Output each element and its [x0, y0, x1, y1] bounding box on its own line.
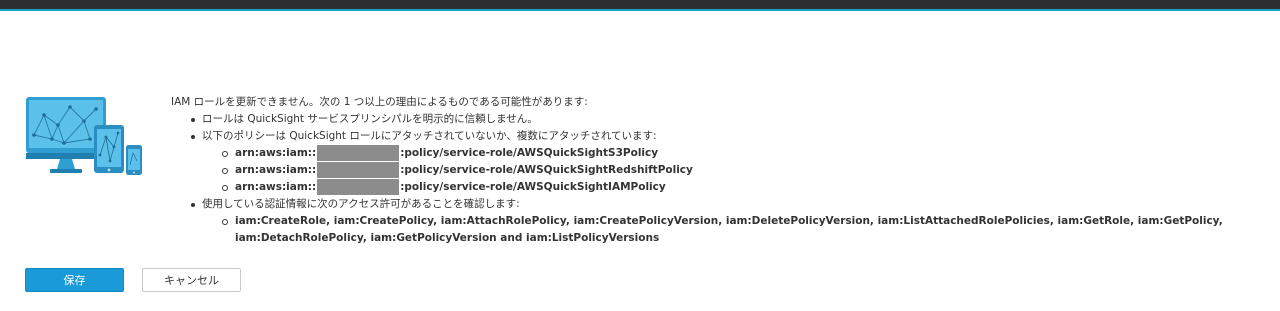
- policy-item: arn:aws:iam:::policy/service-role/AWSQui…: [202, 145, 1276, 162]
- policy-item: arn:aws:iam:::policy/service-role/AWSQui…: [202, 162, 1276, 179]
- error-intro: IAM ロールを更新できません。次の 1 つ以上の理由によるものである可能性があ…: [171, 96, 588, 108]
- top-bar: [0, 0, 1280, 9]
- policy-name: :policy/service-role/AWSQuickSightS3Poli…: [400, 147, 659, 159]
- reason-policies: 以下のポリシーは QuickSight ロールにアタッチされていないか、複数にア…: [171, 128, 1276, 196]
- redacted-account-id: [317, 145, 400, 161]
- reason-trust: ロールは QuickSight サービスプリンシパルを明示的に信頼しません。: [171, 111, 1276, 128]
- top-accent-line: [0, 9, 1280, 11]
- arn-prefix: arn:aws:iam::: [235, 181, 317, 193]
- reason-policies-text: 以下のポリシーは QuickSight ロールにアタッチされていないか、複数にア…: [202, 130, 657, 142]
- policy-item: arn:aws:iam:::policy/service-role/AWSQui…: [202, 179, 1276, 196]
- error-message: IAM ロールを更新できません。次の 1 つ以上の理由によるものである可能性があ…: [171, 94, 1276, 247]
- reason-trust-text: ロールは QuickSight サービスプリンシパルを明示的に信頼しません。: [202, 113, 538, 125]
- arn-prefix: arn:aws:iam::: [235, 164, 317, 176]
- arn-prefix: arn:aws:iam::: [235, 147, 317, 159]
- reason-permissions-text: 使用している認証情報に次のアクセス許可があることを確認します:: [202, 198, 520, 210]
- policy-name: :policy/service-role/AWSQuickSightIAMPol…: [400, 181, 666, 193]
- redacted-account-id: [317, 179, 400, 195]
- policy-list: arn:aws:iam:::policy/service-role/AWSQui…: [202, 145, 1276, 196]
- permission-item: iam:CreateRole, iam:CreatePolicy, iam:At…: [202, 213, 1276, 247]
- save-button[interactable]: 保存: [25, 268, 124, 292]
- permission-list: iam:CreateRole, iam:CreatePolicy, iam:At…: [202, 213, 1276, 247]
- cancel-button[interactable]: キャンセル: [142, 268, 241, 292]
- reason-list: ロールは QuickSight サービスプリンシパルを明示的に信頼しません。 以…: [171, 111, 1276, 247]
- redacted-account-id: [317, 162, 400, 178]
- reason-permissions: 使用している認証情報に次のアクセス許可があることを確認します: iam:Crea…: [171, 196, 1276, 247]
- policy-name: :policy/service-role/AWSQuickSightRedshi…: [400, 164, 693, 176]
- devices-network-icon: [26, 97, 142, 175]
